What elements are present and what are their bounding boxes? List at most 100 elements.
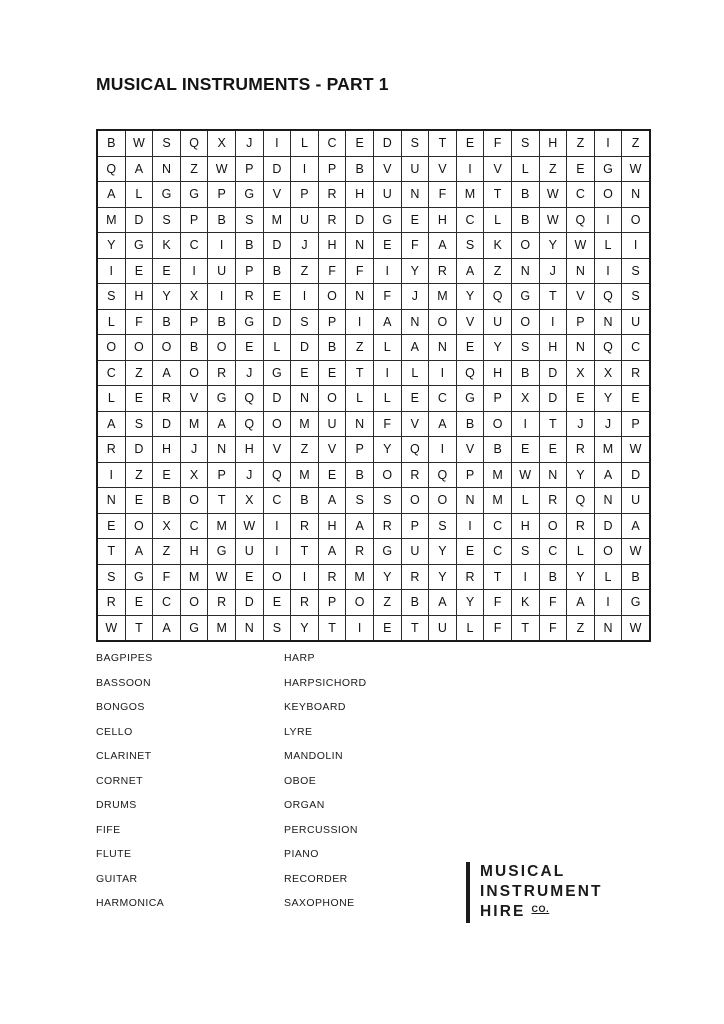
grid-cell[interactable]: O <box>152 334 181 361</box>
grid-cell[interactable]: C <box>428 385 457 412</box>
grid-cell[interactable]: L <box>372 385 402 412</box>
grid-cell[interactable]: E <box>124 487 154 514</box>
grid-cell[interactable]: U <box>483 308 512 335</box>
grid-cell[interactable]: N <box>510 257 540 284</box>
grid-cell[interactable]: A <box>566 589 595 616</box>
grid-cell[interactable]: B <box>317 334 347 361</box>
grid-cell[interactable]: T <box>290 538 319 565</box>
grid-cell[interactable]: E <box>455 131 485 157</box>
grid-cell[interactable]: Z <box>124 461 154 488</box>
grid-cell[interactable]: K <box>510 589 540 616</box>
grid-cell[interactable]: O <box>179 589 209 616</box>
grid-cell[interactable]: Y <box>538 232 568 259</box>
grid-cell[interactable]: J <box>179 436 209 463</box>
grid-cell[interactable]: D <box>152 410 181 437</box>
grid-cell[interactable]: O <box>124 334 154 361</box>
grid-cell[interactable]: Y <box>455 283 485 310</box>
grid-cell[interactable]: R <box>98 589 126 616</box>
grid-cell[interactable]: D <box>538 359 568 386</box>
word-list-item[interactable]: MANDOLIN <box>284 749 367 774</box>
grid-cell[interactable]: L <box>593 232 623 259</box>
grid-cell[interactable]: P <box>179 206 209 233</box>
grid-cell[interactable]: N <box>400 181 430 208</box>
grid-cell[interactable]: P <box>483 385 512 412</box>
grid-cell[interactable]: Y <box>428 538 457 565</box>
grid-cell[interactable]: A <box>428 232 457 259</box>
grid-cell[interactable]: G <box>510 283 540 310</box>
grid-cell[interactable]: I <box>290 563 319 590</box>
grid-cell[interactable]: G <box>234 308 264 335</box>
grid-cell[interactable]: I <box>510 410 540 437</box>
grid-cell[interactable]: R <box>98 436 126 463</box>
grid-cell[interactable]: V <box>262 436 292 463</box>
grid-cell[interactable]: G <box>124 232 154 259</box>
grid-cell[interactable]: D <box>538 385 568 412</box>
grid-cell[interactable]: C <box>538 538 568 565</box>
grid-cell[interactable]: F <box>483 131 512 157</box>
word-list-item[interactable]: CORNET <box>96 774 164 799</box>
grid-cell[interactable]: A <box>124 155 154 182</box>
grid-cell[interactable]: R <box>317 563 347 590</box>
grid-cell[interactable]: B <box>179 334 209 361</box>
grid-cell[interactable]: D <box>593 512 623 539</box>
grid-cell[interactable]: E <box>124 589 154 616</box>
grid-cell[interactable]: I <box>262 131 292 157</box>
grid-cell[interactable]: S <box>400 131 430 157</box>
grid-cell[interactable]: N <box>207 436 236 463</box>
grid-cell[interactable]: D <box>124 436 154 463</box>
grid-cell[interactable]: R <box>566 436 595 463</box>
grid-cell[interactable]: B <box>455 410 485 437</box>
grid-cell[interactable]: A <box>621 512 649 539</box>
grid-cell[interactable]: Y <box>566 563 595 590</box>
grid-cell[interactable]: F <box>124 308 154 335</box>
grid-cell[interactable]: A <box>152 614 181 640</box>
grid-cell[interactable]: I <box>98 461 126 488</box>
grid-cell[interactable]: B <box>98 131 126 157</box>
grid-cell[interactable]: A <box>593 461 623 488</box>
grid-cell[interactable]: Q <box>566 487 595 514</box>
grid-cell[interactable]: R <box>428 257 457 284</box>
grid-cell[interactable]: O <box>179 487 209 514</box>
grid-cell[interactable]: O <box>428 487 457 514</box>
grid-cell[interactable]: A <box>400 334 430 361</box>
grid-cell[interactable]: A <box>207 410 236 437</box>
grid-cell[interactable]: W <box>207 563 236 590</box>
grid-cell[interactable]: D <box>262 232 292 259</box>
grid-cell[interactable]: I <box>290 155 319 182</box>
grid-cell[interactable]: S <box>290 308 319 335</box>
grid-cell[interactable]: R <box>372 512 402 539</box>
grid-cell[interactable]: Q <box>566 206 595 233</box>
grid-cell[interactable]: E <box>124 385 154 412</box>
grid-cell[interactable]: R <box>317 206 347 233</box>
grid-cell[interactable]: S <box>510 334 540 361</box>
grid-cell[interactable]: G <box>124 563 154 590</box>
grid-cell[interactable]: E <box>566 155 595 182</box>
grid-cell[interactable]: E <box>372 232 402 259</box>
word-list-item[interactable]: SAXOPHONE <box>284 896 367 921</box>
grid-cell[interactable]: Z <box>290 436 319 463</box>
grid-cell[interactable]: M <box>345 563 374 590</box>
grid-cell[interactable]: X <box>234 487 264 514</box>
grid-cell[interactable]: A <box>124 538 154 565</box>
grid-cell[interactable]: P <box>234 155 264 182</box>
grid-cell[interactable]: Q <box>98 155 126 182</box>
grid-cell[interactable]: E <box>152 461 181 488</box>
grid-cell[interactable]: C <box>455 206 485 233</box>
grid-cell[interactable]: F <box>428 181 457 208</box>
grid-cell[interactable]: D <box>124 206 154 233</box>
grid-cell[interactable]: G <box>207 538 236 565</box>
grid-cell[interactable]: M <box>290 410 319 437</box>
grid-cell[interactable]: S <box>621 257 649 284</box>
word-list-item[interactable]: KEYBOARD <box>284 700 367 725</box>
grid-cell[interactable]: P <box>317 155 347 182</box>
grid-cell[interactable]: I <box>510 563 540 590</box>
grid-cell[interactable]: O <box>124 512 154 539</box>
grid-cell[interactable]: C <box>179 232 209 259</box>
grid-cell[interactable]: J <box>566 410 595 437</box>
grid-cell[interactable]: N <box>400 308 430 335</box>
grid-cell[interactable]: M <box>179 410 209 437</box>
grid-cell[interactable]: F <box>538 614 568 640</box>
grid-cell[interactable]: B <box>483 436 512 463</box>
grid-cell[interactable]: A <box>152 359 181 386</box>
grid-cell[interactable]: B <box>345 461 374 488</box>
